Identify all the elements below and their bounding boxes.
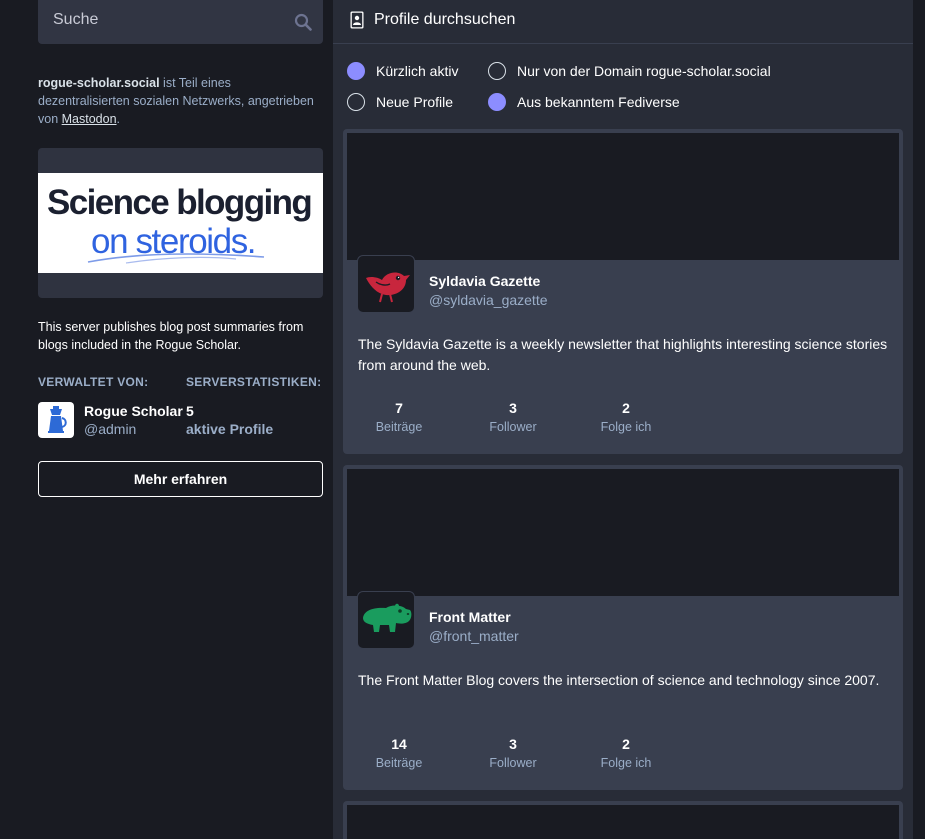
filter-local-domain[interactable]: Nur von der Domain rogue-scholar.social: [488, 61, 771, 81]
profile-handle[interactable]: @syldavia_gazette: [429, 292, 548, 308]
green-hippo-icon: [363, 603, 412, 632]
coffee-pot-icon: [48, 406, 67, 433]
radio-unselected[interactable]: [347, 93, 365, 111]
active-profiles-label: aktive Profile: [186, 421, 274, 437]
profile-bio: The Syldavia Gazette is a weekly newslet…: [358, 336, 888, 373]
account-card[interactable]: Front Matter @front_matter The Front Mat…: [343, 465, 903, 790]
about-suffix: .: [116, 112, 121, 126]
avatar[interactable]: [357, 591, 415, 649]
stat-value: 7: [395, 400, 403, 416]
search-box[interactable]: Suche: [38, 0, 323, 44]
server-description: This server publishes blog post summarie…: [38, 320, 304, 352]
banner-image: Science blogging on steroids.: [38, 173, 323, 273]
stat-value: 2: [622, 400, 630, 416]
stat-followers[interactable]: 3 Follower: [463, 736, 563, 770]
stat-following[interactable]: 2 Folge ich: [576, 400, 676, 434]
active-profiles-count: 5: [186, 403, 194, 419]
stat-posts[interactable]: 7 Beiträge: [349, 400, 449, 434]
stat-label: Folge ich: [600, 756, 652, 770]
scrollbar[interactable]: [913, 0, 925, 839]
filter-label[interactable]: Neue Profile: [376, 94, 453, 110]
radio-unselected[interactable]: [488, 62, 506, 80]
column-title: Profile durchsuchen: [374, 11, 516, 28]
administered-by-heading: VERWALTET VON:: [38, 375, 149, 389]
filter-new-profiles[interactable]: Neue Profile: [347, 92, 453, 112]
profile-header-image: [347, 469, 899, 596]
profile-name[interactable]: Front Matter: [429, 609, 511, 625]
avatar[interactable]: [38, 402, 74, 438]
profile-header-image: [347, 133, 899, 260]
stat-label: Beiträge: [375, 756, 423, 770]
server-banner: Science blogging on steroids.: [38, 148, 323, 298]
stat-label: Follower: [489, 756, 537, 770]
filter-label[interactable]: Nur von der Domain rogue-scholar.social: [517, 63, 771, 79]
stat-value: 14: [391, 736, 407, 752]
red-bird-icon: [366, 272, 410, 303]
directory-filters: Kürzlich aktiv Nur von der Domain rogue-…: [347, 60, 907, 120]
filter-known-fediverse[interactable]: Aus bekanntem Fediverse: [488, 92, 680, 112]
address-book-icon: [350, 11, 364, 29]
learn-more-button[interactable]: Mehr erfahren: [38, 461, 323, 497]
server-about: rogue-scholar.social ist Teil eines deze…: [38, 74, 323, 128]
directory-column: Profile durchsuchen Kürzlich aktiv Nur v…: [333, 0, 913, 839]
admin-handle[interactable]: @admin: [84, 421, 136, 437]
filter-label[interactable]: Aus bekanntem Fediverse: [517, 94, 680, 110]
search-input[interactable]: Suche: [53, 11, 98, 29]
stat-label: Follower: [489, 420, 537, 434]
stat-label: Folge ich: [600, 420, 652, 434]
mastodon-link[interactable]: Mastodon: [62, 112, 117, 126]
profile-header-image: [347, 805, 899, 839]
filter-label[interactable]: Kürzlich aktiv: [376, 63, 458, 79]
column-header[interactable]: Profile durchsuchen: [333, 0, 913, 44]
radio-selected[interactable]: [488, 93, 506, 111]
stat-label: Beiträge: [375, 420, 423, 434]
stat-followers[interactable]: 3 Follower: [463, 400, 563, 434]
account-card[interactable]: Syldavia Gazette @syldavia_gazette The S…: [343, 129, 903, 454]
admin-account[interactable]: Rogue Scholar @admin: [38, 402, 183, 438]
profile-handle[interactable]: @front_matter: [429, 628, 519, 644]
radio-selected[interactable]: [347, 62, 365, 80]
account-card[interactable]: [343, 801, 903, 839]
avatar[interactable]: [357, 255, 415, 313]
search-icon[interactable]: [294, 13, 312, 31]
stat-following[interactable]: 2 Folge ich: [576, 736, 676, 770]
stat-value: 3: [509, 736, 517, 752]
banner-underline-swoosh: [87, 253, 265, 264]
filter-recently-active[interactable]: Kürzlich aktiv: [347, 61, 458, 81]
admin-name[interactable]: Rogue Scholar: [84, 403, 183, 419]
stat-value: 3: [509, 400, 517, 416]
banner-line1: Science blogging: [47, 183, 313, 222]
stat-value: 2: [622, 736, 630, 752]
profile-bio: The Front Matter Blog covers the interse…: [358, 672, 880, 688]
server-stats-heading: SERVERSTATISTIKEN:: [186, 375, 322, 389]
stat-posts[interactable]: 14 Beiträge: [349, 736, 449, 770]
server-domain: rogue-scholar.social: [38, 76, 160, 90]
profile-name[interactable]: Syldavia Gazette: [429, 273, 540, 289]
